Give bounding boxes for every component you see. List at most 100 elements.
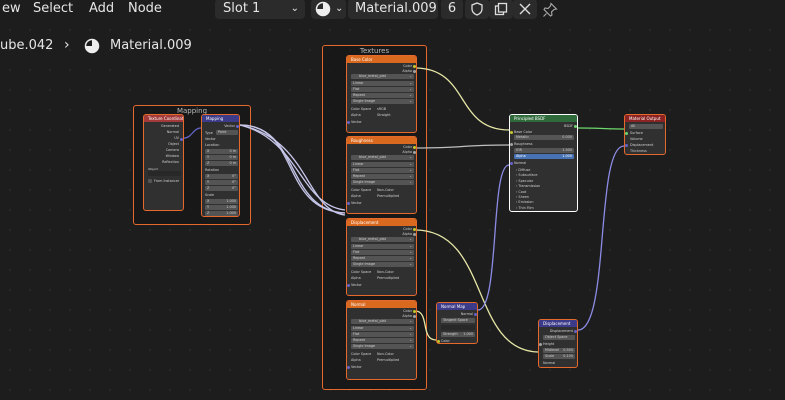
node-normal-map[interactable]: Normal Map Normal Tangent Space Strength… [436, 302, 478, 344]
source-dropdown[interactable]: Single Image ⌄ [351, 99, 414, 104]
interpolation-dropdown[interactable]: Linear ⌄ [351, 244, 414, 249]
socket-uv[interactable] [180, 138, 183, 141]
extension-dropdown[interactable]: Repeat ⌄ [351, 174, 414, 179]
source-dropdown[interactable]: Single Image ⌄ [351, 344, 414, 349]
socket-color-out[interactable] [413, 310, 416, 313]
image-field[interactable]: blue_metal_plat ⌄ [351, 155, 414, 160]
source-dropdown[interactable]: Single Image ⌄ [351, 262, 414, 267]
projection-dropdown[interactable]: Flat ⌄ [351, 332, 414, 337]
location-y[interactable]: Y 0 m [205, 155, 238, 160]
node-image-roughness[interactable]: Roughness Color Alpha blue_metal_plat ⌄ Linea… [346, 136, 417, 214]
panel-thin-film[interactable]: › Thin Film [516, 206, 534, 210]
socket-label: Normal [514, 161, 527, 165]
color-space-value[interactable]: Non-Color [377, 188, 394, 192]
socket-normal[interactable] [510, 162, 513, 165]
rotation-z[interactable]: Z 0° [205, 186, 238, 191]
scale-field[interactable]: Scale 0.100 [543, 354, 575, 359]
axis-label: Y [207, 205, 210, 209]
extension-dropdown[interactable]: Repeat ⌄ [351, 338, 414, 343]
alpha-mode-value[interactable]: Premultiplied [377, 358, 399, 362]
interpolation-dropdown[interactable]: Linear ⌄ [351, 81, 414, 86]
alpha-mode-value[interactable]: Straight [377, 113, 391, 117]
space-dropdown[interactable]: Tangent Space [441, 318, 475, 323]
panel-sheen[interactable]: › Sheen [516, 195, 529, 199]
node-principled-bsdf[interactable]: Principled BSDF BSDF Base Color Metallic… [509, 114, 578, 212]
socket-color-out[interactable] [413, 65, 416, 68]
rotation-x[interactable]: X 0° [205, 174, 238, 179]
panel-emission[interactable]: › Emission [516, 200, 534, 204]
socket-base-color[interactable] [510, 131, 513, 134]
scale-y[interactable]: Y 1.000 [205, 205, 238, 210]
node-texture-coordinate[interactable]: Texture Coordinate Generated Normal UV O… [143, 114, 184, 211]
scale-x[interactable]: X 1.000 [205, 199, 238, 204]
panel-subsurface[interactable]: › Subsurface [516, 173, 537, 177]
panel-diffuse[interactable]: › Diffuse [516, 168, 530, 172]
node-image-base-color[interactable]: Base Color Color Alpha blue_metal_plat ⌄ Line… [346, 55, 417, 133]
strength-field[interactable]: Strength 1.000 [441, 332, 475, 337]
socket-label: Alpha [402, 150, 412, 154]
space-dropdown[interactable]: Object Space [543, 335, 575, 340]
value: 0° [232, 186, 236, 190]
ior-field[interactable]: IOR 1.500 [514, 148, 574, 153]
interpolation-dropdown[interactable]: Linear ⌄ [351, 162, 414, 167]
socket-bsdf-out[interactable] [574, 125, 577, 128]
image-field[interactable]: blue_metal_plat ⌄ [351, 319, 414, 324]
color-space-value[interactable]: Non-Color [377, 352, 394, 356]
extension-dropdown[interactable]: Repeat ⌄ [351, 256, 414, 261]
projection-dropdown[interactable]: Flat ⌄ [351, 168, 414, 173]
socket-surface[interactable] [625, 132, 628, 135]
alpha-field[interactable]: Alpha 1.000 [514, 154, 574, 159]
socket-vector-in[interactable] [347, 366, 350, 369]
location-z[interactable]: Z 0 m [205, 161, 238, 166]
node-image-normal[interactable]: Normal Color Alpha blue_metal_plat ⌄ Linear ⌄ F… [346, 300, 417, 380]
color-space-value[interactable]: Non-Color [377, 270, 394, 274]
value: 0 m [229, 161, 236, 165]
interpolation-dropdown[interactable]: Linear ⌄ [351, 326, 414, 331]
socket-label: Color [403, 145, 412, 149]
panel-transmission[interactable]: › Transmission [516, 184, 540, 188]
location-x[interactable]: X 0 m [205, 149, 238, 154]
chevron-down-icon: ⌄ [409, 332, 412, 336]
panel-coat[interactable]: › Coat [516, 190, 526, 194]
socket-vector-out[interactable] [236, 125, 239, 128]
panel-specular[interactable]: › Specular [516, 179, 533, 183]
socket-alpha-out[interactable] [413, 233, 416, 236]
alpha-mode-value[interactable]: Premultiplied [377, 194, 399, 198]
image-field[interactable]: blue_metal_plat ⌄ [351, 237, 414, 242]
socket-displacement[interactable] [625, 144, 628, 147]
alpha-mode-value[interactable]: Premultiplied [377, 276, 399, 280]
object-field[interactable] [148, 171, 181, 176]
socket-alpha-out[interactable] [413, 151, 416, 154]
socket-alpha-out[interactable] [413, 315, 416, 318]
socket-height[interactable] [539, 343, 542, 346]
socket-vector-in[interactable] [347, 202, 350, 205]
socket-alpha-out[interactable] [413, 70, 416, 73]
socket-color-out[interactable] [413, 228, 416, 231]
node-material-output[interactable]: Material Output All Surface Volume Displ… [624, 114, 666, 155]
source-dropdown[interactable]: Single Image ⌄ [351, 180, 414, 185]
socket-normal-out[interactable] [474, 313, 477, 316]
from-instancer-checkbox[interactable] [148, 179, 152, 183]
projection-dropdown[interactable]: Flat ⌄ [351, 87, 414, 92]
target-dropdown[interactable]: All [629, 124, 663, 129]
socket-color[interactable] [437, 340, 440, 343]
metallic-field[interactable]: Metallic 0.000 [514, 135, 574, 140]
projection-dropdown[interactable]: Flat ⌄ [351, 250, 414, 255]
node-displacement[interactable]: Displacement Displacement Object Space H… [538, 319, 578, 368]
node-mapping[interactable]: Mapping Vector Type Point Vector Locatio… [201, 114, 240, 217]
socket-color-out[interactable] [413, 146, 416, 149]
node-image-displacement[interactable]: Displacement Color Alpha blue_metal_plat ⌄ Li… [346, 218, 417, 296]
color-space-value[interactable]: sRGB [377, 107, 386, 111]
socket-roughness[interactable] [510, 143, 513, 146]
node-header: Texture Coordinate [144, 115, 183, 122]
image-field[interactable]: blue_metal_plat ⌄ [351, 74, 414, 79]
type-dropdown[interactable]: Point [216, 130, 238, 135]
scale-z[interactable]: Z 1.000 [205, 211, 238, 216]
midlevel-field[interactable]: Midlevel 0.500 [543, 348, 575, 353]
rotation-y[interactable]: Y 0° [205, 180, 238, 185]
socket-vector-in[interactable] [347, 284, 350, 287]
socket-vector-in[interactable] [347, 121, 350, 124]
uv-map-field[interactable] [441, 325, 475, 330]
socket-displacement-out[interactable] [574, 330, 577, 333]
extension-dropdown[interactable]: Repeat ⌄ [351, 93, 414, 98]
